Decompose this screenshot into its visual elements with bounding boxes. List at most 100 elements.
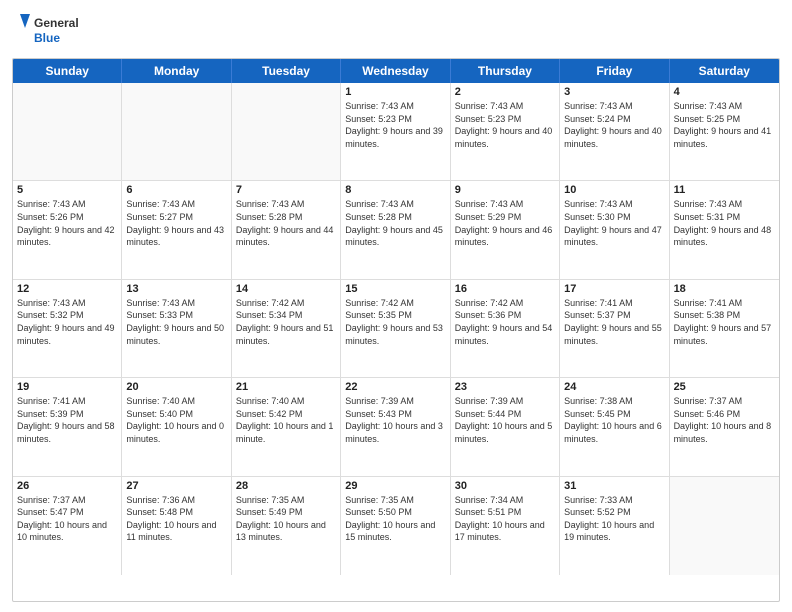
calendar-cell-24: 24 Sunrise: 7:38 AMSunset: 5:45 PMDayligh…	[560, 378, 669, 475]
cell-date: 29	[345, 480, 445, 492]
cell-date: 19	[17, 381, 117, 393]
cell-info: Sunrise: 7:37 AMSunset: 5:46 PMDaylight:…	[674, 395, 775, 445]
cell-date: 14	[236, 283, 336, 295]
cell-info: Sunrise: 7:43 AMSunset: 5:31 PMDaylight:…	[674, 198, 775, 248]
cell-date: 4	[674, 86, 775, 98]
logo-svg: General Blue	[12, 10, 92, 50]
cell-date: 25	[674, 381, 775, 393]
cell-info: Sunrise: 7:43 AMSunset: 5:23 PMDaylight:…	[345, 100, 445, 150]
calendar-cell-26: 26 Sunrise: 7:37 AMSunset: 5:47 PMDayligh…	[13, 477, 122, 575]
calendar-container: General Blue SundayMondayTuesdayWednesda…	[0, 0, 792, 612]
calendar-cell-3: 3 Sunrise: 7:43 AMSunset: 5:24 PMDaylight…	[560, 83, 669, 180]
cell-date: 16	[455, 283, 555, 295]
cell-date: 18	[674, 283, 775, 295]
cell-date: 23	[455, 381, 555, 393]
empty-cell	[232, 83, 341, 180]
day-header-monday: Monday	[122, 59, 231, 83]
cell-date: 13	[126, 283, 226, 295]
calendar-cell-21: 21Sunrise: 7:40 AMSunset: 5:42 PMDayligh…	[232, 378, 341, 475]
cell-info: Sunrise: 7:41 AMSunset: 5:39 PMDaylight:…	[17, 395, 117, 445]
calendar-cell-7: 7 Sunrise: 7:43 AMSunset: 5:28 PMDaylight…	[232, 181, 341, 278]
calendar-cell-13: 13 Sunrise: 7:43 AMSunset: 5:33 PMDayligh…	[122, 280, 231, 377]
cell-info: Sunrise: 7:43 AMSunset: 5:29 PMDaylight:…	[455, 198, 555, 248]
cell-info: Sunrise: 7:40 AMSunset: 5:40 PMDaylight:…	[126, 395, 226, 445]
cell-info: Sunrise: 7:43 AMSunset: 5:23 PMDaylight:…	[455, 100, 555, 150]
cell-date: 24	[564, 381, 664, 393]
cell-info: Sunrise: 7:37 AMSunset: 5:47 PMDaylight:…	[17, 494, 117, 544]
cell-info: Sunrise: 7:43 AMSunset: 5:33 PMDaylight:…	[126, 297, 226, 347]
calendar-cell-2: 2 Sunrise: 7:43 AMSunset: 5:23 PMDaylight…	[451, 83, 560, 180]
calendar-cell-15: 15 Sunrise: 7:42 AMSunset: 5:35 PMDayligh…	[341, 280, 450, 377]
day-header-sunday: Sunday	[13, 59, 122, 83]
calendar-week-1: 1 Sunrise: 7:43 AMSunset: 5:23 PMDaylight…	[13, 83, 779, 181]
cell-info: Sunrise: 7:43 AMSunset: 5:32 PMDaylight:…	[17, 297, 117, 347]
svg-text:General: General	[34, 16, 79, 30]
calendar-cell-27: 27 Sunrise: 7:36 AMSunset: 5:48 PMDayligh…	[122, 477, 231, 575]
cell-info: Sunrise: 7:33 AMSunset: 5:52 PMDaylight:…	[564, 494, 664, 544]
calendar-cell-14: 14 Sunrise: 7:42 AMSunset: 5:34 PMDayligh…	[232, 280, 341, 377]
calendar-cell-19: 19 Sunrise: 7:41 AMSunset: 5:39 PMDayligh…	[13, 378, 122, 475]
cell-info: Sunrise: 7:35 AMSunset: 5:49 PMDaylight:…	[236, 494, 336, 544]
day-header-friday: Friday	[560, 59, 669, 83]
cell-date: 27	[126, 480, 226, 492]
cell-info: Sunrise: 7:36 AMSunset: 5:48 PMDaylight:…	[126, 494, 226, 544]
logo: General Blue	[12, 10, 92, 50]
calendar-cell-30: 30Sunrise: 7:34 AMSunset: 5:51 PMDayligh…	[451, 477, 560, 575]
calendar-week-3: 12 Sunrise: 7:43 AMSunset: 5:32 PMDayligh…	[13, 280, 779, 378]
calendar-cell-25: 25 Sunrise: 7:37 AMSunset: 5:46 PMDayligh…	[670, 378, 779, 475]
calendar-cell-9: 9Sunrise: 7:43 AMSunset: 5:29 PMDaylight…	[451, 181, 560, 278]
calendar-cell-23: 23 Sunrise: 7:39 AMSunset: 5:44 PMDayligh…	[451, 378, 560, 475]
calendar-header: SundayMondayTuesdayWednesdayThursdayFrid…	[13, 59, 779, 83]
cell-info: Sunrise: 7:42 AMSunset: 5:36 PMDaylight:…	[455, 297, 555, 347]
calendar-cell-1: 1 Sunrise: 7:43 AMSunset: 5:23 PMDaylight…	[341, 83, 450, 180]
cell-date: 17	[564, 283, 664, 295]
cell-date: 1	[345, 86, 445, 98]
cell-info: Sunrise: 7:42 AMSunset: 5:34 PMDaylight:…	[236, 297, 336, 347]
cell-info: Sunrise: 7:35 AMSunset: 5:50 PMDaylight:…	[345, 494, 445, 544]
cell-date: 22	[345, 381, 445, 393]
cell-date: 12	[17, 283, 117, 295]
cell-info: Sunrise: 7:43 AMSunset: 5:26 PMDaylight:…	[17, 198, 117, 248]
cell-date: 31	[564, 480, 664, 492]
cell-date: 7	[236, 184, 336, 196]
day-header-tuesday: Tuesday	[232, 59, 341, 83]
cell-info: Sunrise: 7:42 AMSunset: 5:35 PMDaylight:…	[345, 297, 445, 347]
cell-info: Sunrise: 7:38 AMSunset: 5:45 PMDaylight:…	[564, 395, 664, 445]
calendar-cell-17: 17 Sunrise: 7:41 AMSunset: 5:37 PMDayligh…	[560, 280, 669, 377]
day-header-saturday: Saturday	[670, 59, 779, 83]
empty-cell	[13, 83, 122, 180]
cell-info: Sunrise: 7:43 AMSunset: 5:27 PMDaylight:…	[126, 198, 226, 248]
header: General Blue	[12, 10, 780, 50]
calendar-cell-4: 4Sunrise: 7:43 AMSunset: 5:25 PMDaylight…	[670, 83, 779, 180]
cell-info: Sunrise: 7:43 AMSunset: 5:28 PMDaylight:…	[236, 198, 336, 248]
day-header-wednesday: Wednesday	[341, 59, 450, 83]
cell-date: 26	[17, 480, 117, 492]
calendar-cell-8: 8 Sunrise: 7:43 AMSunset: 5:28 PMDaylight…	[341, 181, 450, 278]
cell-info: Sunrise: 7:43 AMSunset: 5:28 PMDaylight:…	[345, 198, 445, 248]
calendar-cell-12: 12 Sunrise: 7:43 AMSunset: 5:32 PMDayligh…	[13, 280, 122, 377]
cell-info: Sunrise: 7:34 AMSunset: 5:51 PMDaylight:…	[455, 494, 555, 544]
cell-date: 6	[126, 184, 226, 196]
cell-info: Sunrise: 7:41 AMSunset: 5:37 PMDaylight:…	[564, 297, 664, 347]
cell-date: 3	[564, 86, 664, 98]
cell-date: 8	[345, 184, 445, 196]
calendar-week-4: 19 Sunrise: 7:41 AMSunset: 5:39 PMDayligh…	[13, 378, 779, 476]
calendar-body: 1 Sunrise: 7:43 AMSunset: 5:23 PMDaylight…	[13, 83, 779, 575]
calendar-cell-28: 28 Sunrise: 7:35 AMSunset: 5:49 PMDayligh…	[232, 477, 341, 575]
empty-cell	[670, 477, 779, 575]
calendar-cell-11: 11Sunrise: 7:43 AMSunset: 5:31 PMDayligh…	[670, 181, 779, 278]
cell-date: 15	[345, 283, 445, 295]
calendar-cell-29: 29 Sunrise: 7:35 AMSunset: 5:50 PMDayligh…	[341, 477, 450, 575]
cell-info: Sunrise: 7:39 AMSunset: 5:43 PMDaylight:…	[345, 395, 445, 445]
cell-date: 2	[455, 86, 555, 98]
cell-date: 28	[236, 480, 336, 492]
cell-info: Sunrise: 7:43 AMSunset: 5:24 PMDaylight:…	[564, 100, 664, 150]
calendar-cell-5: 5Sunrise: 7:43 AMSunset: 5:26 PMDaylight…	[13, 181, 122, 278]
calendar-cell-10: 10Sunrise: 7:43 AMSunset: 5:30 PMDayligh…	[560, 181, 669, 278]
cell-info: Sunrise: 7:39 AMSunset: 5:44 PMDaylight:…	[455, 395, 555, 445]
cell-date: 10	[564, 184, 664, 196]
cell-date: 20	[126, 381, 226, 393]
empty-cell	[122, 83, 231, 180]
calendar: SundayMondayTuesdayWednesdayThursdayFrid…	[12, 58, 780, 602]
calendar-week-2: 5Sunrise: 7:43 AMSunset: 5:26 PMDaylight…	[13, 181, 779, 279]
